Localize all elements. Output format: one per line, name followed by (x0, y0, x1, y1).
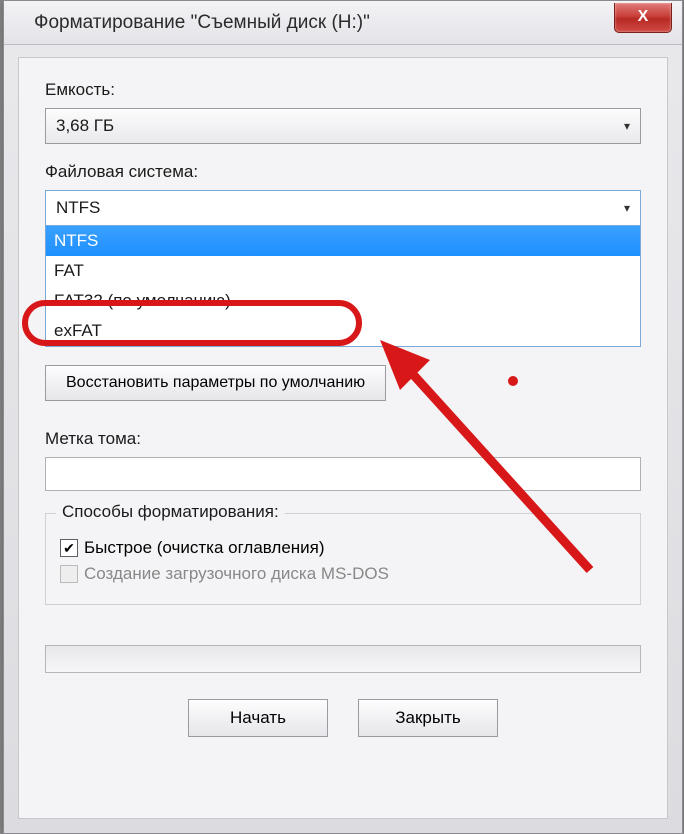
msdos-boot-row: Создание загрузочного диска MS-DOS (60, 564, 626, 584)
capacity-dropdown[interactable]: 3,68 ГБ ▾ (45, 108, 641, 144)
chevron-down-icon: ▾ (624, 119, 630, 133)
quick-format-label: Быстрое (очистка оглавления) (84, 538, 325, 558)
titlebar: Форматирование "Съемный диск (H:)" X (4, 1, 682, 45)
volume-label-block: Метка тома: (45, 429, 641, 491)
filesystem-block: Файловая система: NTFS ▾ NTFS FAT FAT32 … (45, 162, 641, 347)
reset-defaults-button[interactable]: Восстановить параметры по умолчанию (45, 365, 386, 401)
close-button[interactable]: Закрыть (358, 699, 498, 737)
msdos-boot-label: Создание загрузочного диска MS-DOS (84, 564, 389, 584)
format-options-group: Способы форматирования: ✔ Быстрое (очист… (45, 513, 641, 605)
quick-format-checkbox[interactable]: ✔ (60, 539, 78, 557)
close-window-button[interactable]: X (614, 3, 672, 33)
start-button[interactable]: Начать (188, 699, 328, 737)
chevron-down-icon: ▾ (624, 201, 630, 215)
filesystem-option[interactable]: NTFS (46, 226, 640, 256)
volume-label-label: Метка тома: (45, 429, 641, 449)
filesystem-option[interactable]: FAT32 (по умолчанию) (46, 286, 640, 316)
quick-format-row[interactable]: ✔ Быстрое (очистка оглавления) (60, 538, 626, 558)
filesystem-selected: NTFS (56, 198, 100, 218)
window-title: Форматирование "Съемный диск (H:)" (34, 12, 370, 34)
client-area: Емкость: 3,68 ГБ ▾ Файловая система: NTF… (18, 57, 668, 819)
volume-label-input[interactable] (45, 457, 641, 491)
filesystem-option[interactable]: FAT (46, 256, 640, 286)
close-icon: X (638, 8, 649, 26)
format-options-legend: Способы форматирования: (56, 502, 285, 522)
msdos-boot-checkbox (60, 565, 78, 583)
capacity-value: 3,68 ГБ (56, 116, 114, 136)
capacity-block: Емкость: 3,68 ГБ ▾ (45, 80, 641, 144)
filesystem-dropdown[interactable]: NTFS ▾ (45, 190, 641, 226)
action-buttons-row: Начать Закрыть (45, 699, 641, 737)
filesystem-option[interactable]: exFAT (46, 316, 640, 346)
filesystem-label: Файловая система: (45, 162, 641, 182)
reset-block: Восстановить параметры по умолчанию (45, 365, 641, 401)
filesystem-dropdown-list: NTFS FAT FAT32 (по умолчанию) exFAT (45, 226, 641, 347)
capacity-label: Емкость: (45, 80, 641, 100)
format-dialog-window: Форматирование "Съемный диск (H:)" X Емк… (3, 0, 683, 834)
progress-bar (45, 645, 641, 673)
